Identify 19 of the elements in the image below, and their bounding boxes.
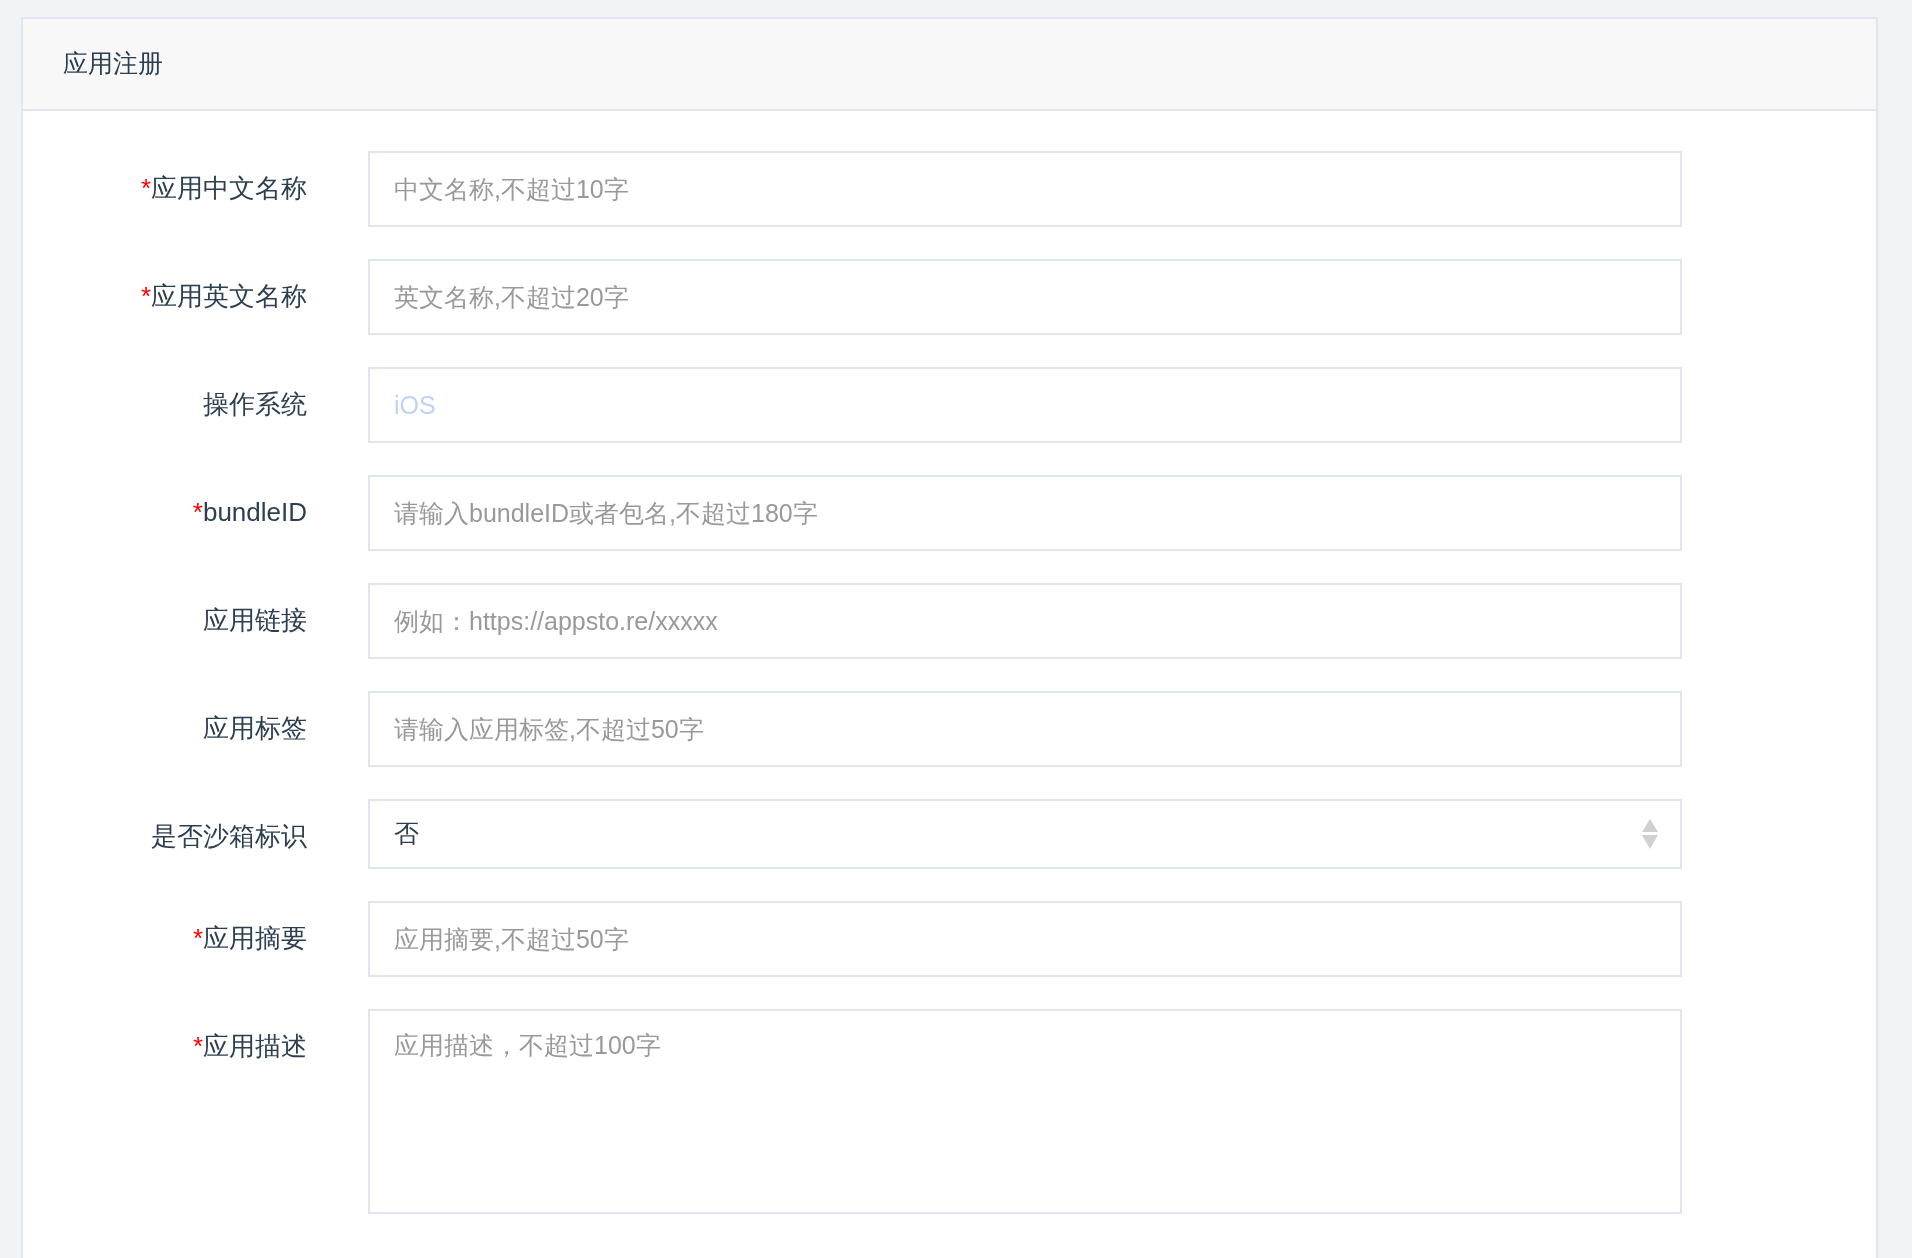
field-label: *应用中文名称: [140, 172, 307, 205]
field-label: 应用标签: [203, 712, 307, 745]
text-field[interactable]: 中文名称,不超过10字: [368, 151, 1682, 227]
text-field[interactable]: 例如：https://appsto.re/xxxxx: [368, 583, 1682, 659]
field-label: *应用描述: [192, 1030, 307, 1063]
text-field[interactable]: 请输入应用标签,不超过50字: [368, 691, 1682, 767]
text-field[interactable]: 请输入bundleID或者包名,不超过180字: [368, 475, 1682, 551]
field-label: *应用英文名称: [140, 280, 307, 313]
field-label: 应用链接: [203, 604, 307, 637]
sort-arrows-icon: [1642, 818, 1658, 850]
panel-title: 应用注册: [63, 48, 163, 80]
text-field[interactable]: 英文名称,不超过20字: [368, 259, 1682, 335]
text-area[interactable]: 应用描述，不超过100字: [368, 1009, 1682, 1214]
select-field[interactable]: 否: [368, 799, 1682, 869]
text-field[interactable]: 应用摘要,不超过50字: [368, 901, 1682, 977]
field-label: 操作系统: [203, 388, 307, 421]
field-label: *bundleID: [192, 496, 307, 529]
field-label: 是否沙箱标识: [151, 820, 307, 853]
field-label: *应用摘要: [192, 922, 307, 955]
